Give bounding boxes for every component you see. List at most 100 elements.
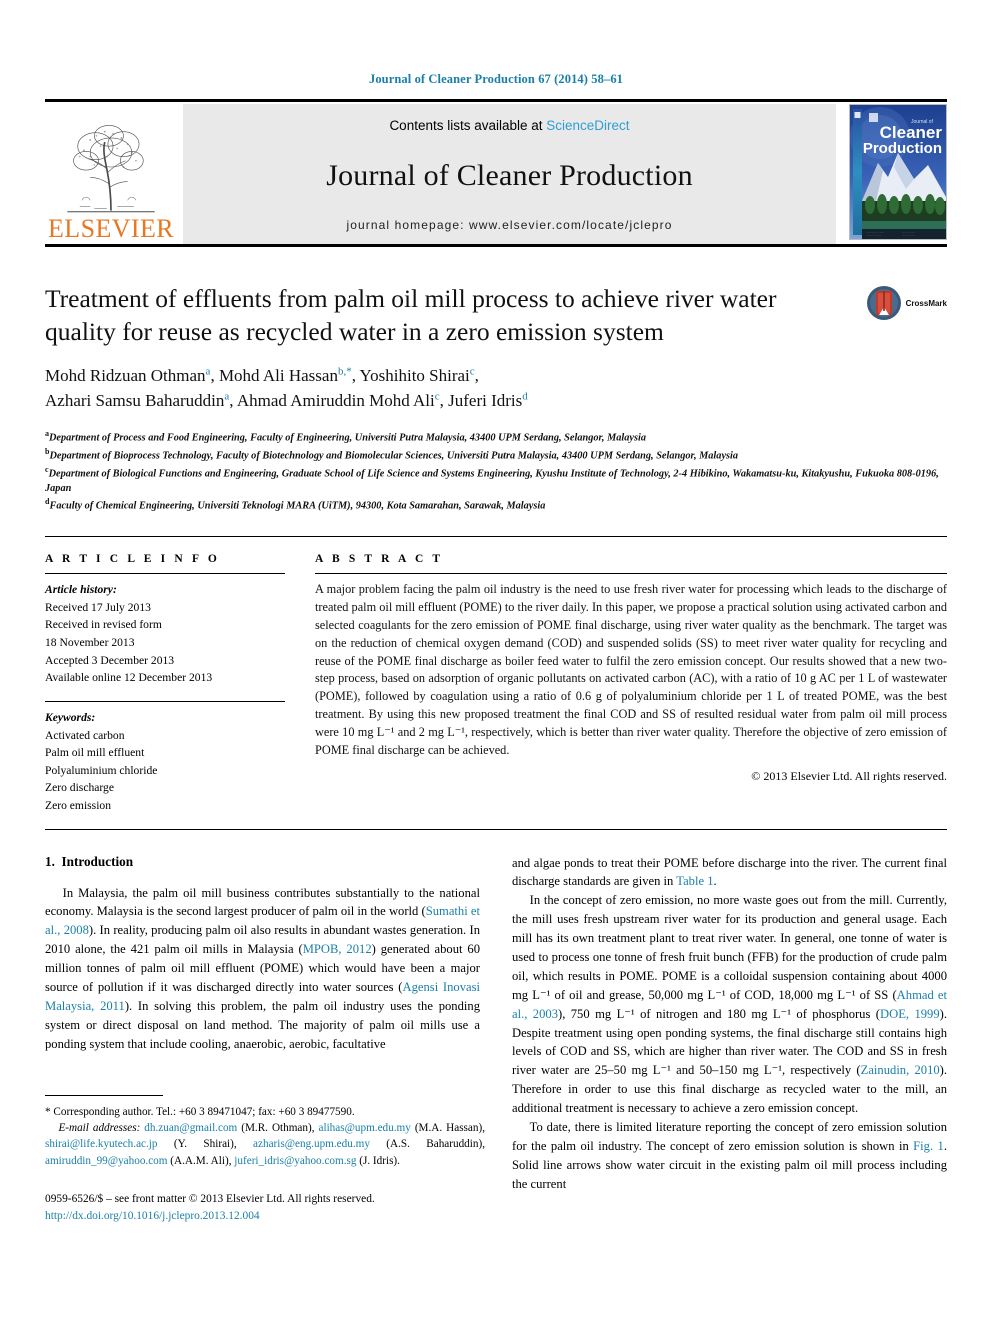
- author-name: Mohd Ridzuan Othman: [45, 366, 206, 386]
- para-text: In Malaysia, the palm oil mill business …: [45, 885, 480, 919]
- intro-paragraph-1: In Malaysia, the palm oil mill business …: [45, 884, 480, 1054]
- author-list: Mohd Ridzuan Othmana, Mohd Ali Hassanb,*…: [45, 364, 947, 413]
- email-owner: (M.R. Othman),: [237, 1122, 319, 1135]
- journal-masthead: ELSEVIER Contents lists available at Sci…: [45, 99, 947, 247]
- citation-link[interactable]: Zainudin, 2010: [861, 1063, 940, 1077]
- history-item: 18 November 2013: [45, 636, 135, 650]
- affiliation-a: aDepartment of Process and Food Engineer…: [45, 428, 947, 446]
- history-item: Received in revised form: [45, 618, 162, 632]
- intro-paragraph-2: In the concept of zero emission, no more…: [512, 891, 947, 1118]
- email-link[interactable]: dh.zuan@gmail.com: [144, 1122, 237, 1134]
- keyword-item: Polyaluminium chloride: [45, 763, 158, 777]
- history-item: Received 17 July 2013: [45, 600, 151, 614]
- abstract-divider: [315, 573, 947, 575]
- email-owner: (M.A. Hassan),: [410, 1122, 485, 1135]
- keywords-divider: [45, 700, 285, 702]
- affiliation-text: Department of Process and Food Engineeri…: [49, 431, 646, 443]
- masthead-bottom-rule: [45, 244, 947, 247]
- affiliation-b: bDepartment of Bioprocess Technology, Fa…: [45, 446, 947, 464]
- para-text: To date, there is limited literature rep…: [512, 1120, 947, 1153]
- affiliation-text: Faculty of Chemical Engineering, Univers…: [49, 500, 546, 512]
- footnote-rule: [45, 1095, 163, 1096]
- email-link[interactable]: alihas@upm.edu.my: [319, 1122, 411, 1134]
- author-name: , Ahmad Amiruddin Mohd Ali: [229, 390, 435, 410]
- keyword-item: Activated carbon: [45, 728, 125, 742]
- affiliation-c: cDepartment of Biological Functions and …: [45, 464, 947, 497]
- email-owner: (J. Idris).: [356, 1154, 400, 1167]
- crossmark-label: CrossMark: [905, 298, 947, 308]
- email-owner: (A.A.M. Ali),: [167, 1154, 235, 1167]
- crossmark-icon: [866, 286, 901, 320]
- figure-link[interactable]: Fig. 1: [913, 1139, 944, 1153]
- email-link[interactable]: azharis@eng.upm.edu.my: [253, 1138, 370, 1150]
- body-column-right: and algae ponds to treat their POME befo…: [512, 854, 947, 1194]
- doi-link[interactable]: http://dx.doi.org/10.1016/j.jclepro.2013…: [45, 1208, 485, 1225]
- table-link[interactable]: Table 1: [676, 874, 713, 888]
- journal-homepage[interactable]: journal homepage: www.elsevier.com/locat…: [346, 218, 672, 232]
- section-number: 1.: [45, 853, 55, 869]
- abstract-text: A major problem facing the palm oil indu…: [315, 582, 947, 757]
- author-line-2: Azhari Samsu Baharuddina, Ahmad Amiruddi…: [45, 389, 947, 414]
- section-heading-introduction: 1. Introduction: [45, 854, 480, 870]
- citation-link[interactable]: MPOB, 2012: [303, 942, 372, 956]
- email-owner: (Y. Shirai),: [157, 1138, 254, 1151]
- issn-block: 0959-6526/$ – see front matter © 2013 El…: [45, 1191, 485, 1225]
- keyword-item: Zero discharge: [45, 781, 114, 795]
- affil-marker: b,*: [337, 365, 352, 378]
- author-line-1: Mohd Ridzuan Othmana, Mohd Ali Hassanb,*…: [45, 364, 947, 389]
- abstract-column: A B S T R A C T A major problem facing t…: [315, 553, 947, 814]
- journal-title: Journal of Cleaner Production: [326, 158, 693, 192]
- elsevier-wordmark: ELSEVIER: [48, 214, 174, 243]
- intro-paragraph-3: To date, there is limited literature rep…: [512, 1118, 947, 1194]
- keyword-item: Palm oil mill effluent: [45, 746, 145, 760]
- author-name: , Yoshihito Shirai: [351, 366, 470, 386]
- article-history: Article history: Received 17 July 2013 R…: [45, 581, 285, 687]
- affil-marker: d: [522, 390, 528, 403]
- email-label: E-mail addresses:: [58, 1122, 141, 1135]
- title-block: Treatment of effluents from palm oil mil…: [45, 283, 947, 514]
- history-item: Available online 12 December 2013: [45, 671, 213, 685]
- journal-cover-image: Journal of Cleaner Production ..........…: [849, 104, 947, 240]
- keywords-label: Keywords:: [45, 710, 96, 724]
- issn-line: 0959-6526/$ – see front matter © 2013 El…: [45, 1192, 375, 1205]
- email-link[interactable]: shirai@life.kyutech.ac.jp: [45, 1138, 158, 1150]
- section-title-text: Introduction: [61, 853, 134, 869]
- info-abstract-region: A R T I C L E I N F O Article history: R…: [45, 536, 947, 814]
- crossmark-badge[interactable]: CrossMark: [866, 285, 947, 321]
- affiliation-text: Department of Biological Functions and E…: [45, 468, 939, 494]
- paper-page: Journal of Cleaner Production 67 (2014) …: [0, 0, 992, 1323]
- cover-artwork: Journal of Cleaner Production ..........…: [850, 105, 946, 239]
- article-info-column: A R T I C L E I N F O Article history: R…: [45, 553, 285, 814]
- email-link[interactable]: amiruddin_99@yahoo.com: [45, 1155, 167, 1167]
- corresponding-author-note: * Corresponding author. Tel.: +60 3 8947…: [45, 1104, 485, 1120]
- journal-center-panel: Contents lists available at ScienceDirec…: [183, 104, 836, 244]
- svg-text:........ ............: ........ ............: [866, 234, 881, 237]
- abstract-bottom-rule: [45, 828, 947, 830]
- author-name: , Mohd Ali Hassan: [210, 366, 338, 386]
- email-addresses-note: E-mail addresses: dh.zuan@gmail.com (M.R…: [45, 1120, 485, 1169]
- affiliation-text: Department of Bioprocess Technology, Fac…: [49, 449, 739, 461]
- para-text: .: [713, 874, 717, 889]
- intro-paragraph-continued: and algae ponds to treat their POME befo…: [512, 854, 947, 892]
- contents-prefix: Contents lists available at: [389, 118, 547, 133]
- sciencedirect-link[interactable]: ScienceDirect: [546, 118, 629, 133]
- svg-text:.......... ........: .......... ........: [902, 234, 916, 237]
- para-text: ), 750 mg L⁻¹ of nitrogen and 180 mg L⁻¹…: [558, 1006, 880, 1021]
- elsevier-tree-icon: [67, 125, 155, 213]
- article-history-label: Article history:: [45, 583, 117, 597]
- affiliation-d: dFaculty of Chemical Engineering, Univer…: [45, 496, 947, 514]
- info-divider: [45, 573, 285, 575]
- abstract-heading: A B S T R A C T: [315, 553, 444, 566]
- corresponding-author-text: * Corresponding author. Tel.: +60 3 8947…: [45, 1106, 355, 1118]
- page-title: Treatment of effluents from palm oil mil…: [45, 284, 777, 346]
- affiliation-list: aDepartment of Process and Food Engineer…: [45, 428, 947, 515]
- history-item: Accepted 3 December 2013: [45, 653, 175, 667]
- citation-link[interactable]: DOE, 1999: [880, 1007, 940, 1021]
- para-text: In the concept of zero emission, no more…: [512, 893, 947, 1002]
- article-info-heading: A R T I C L E I N F O: [45, 553, 220, 566]
- journal-cover: Journal of Cleaner Production ..........…: [842, 104, 947, 244]
- email-owner: (A.S. Baharuddin),: [369, 1138, 486, 1151]
- author-name: , Juferi Idris: [439, 390, 523, 410]
- email-link[interactable]: juferi_idris@yahoo.com.sg: [234, 1155, 356, 1167]
